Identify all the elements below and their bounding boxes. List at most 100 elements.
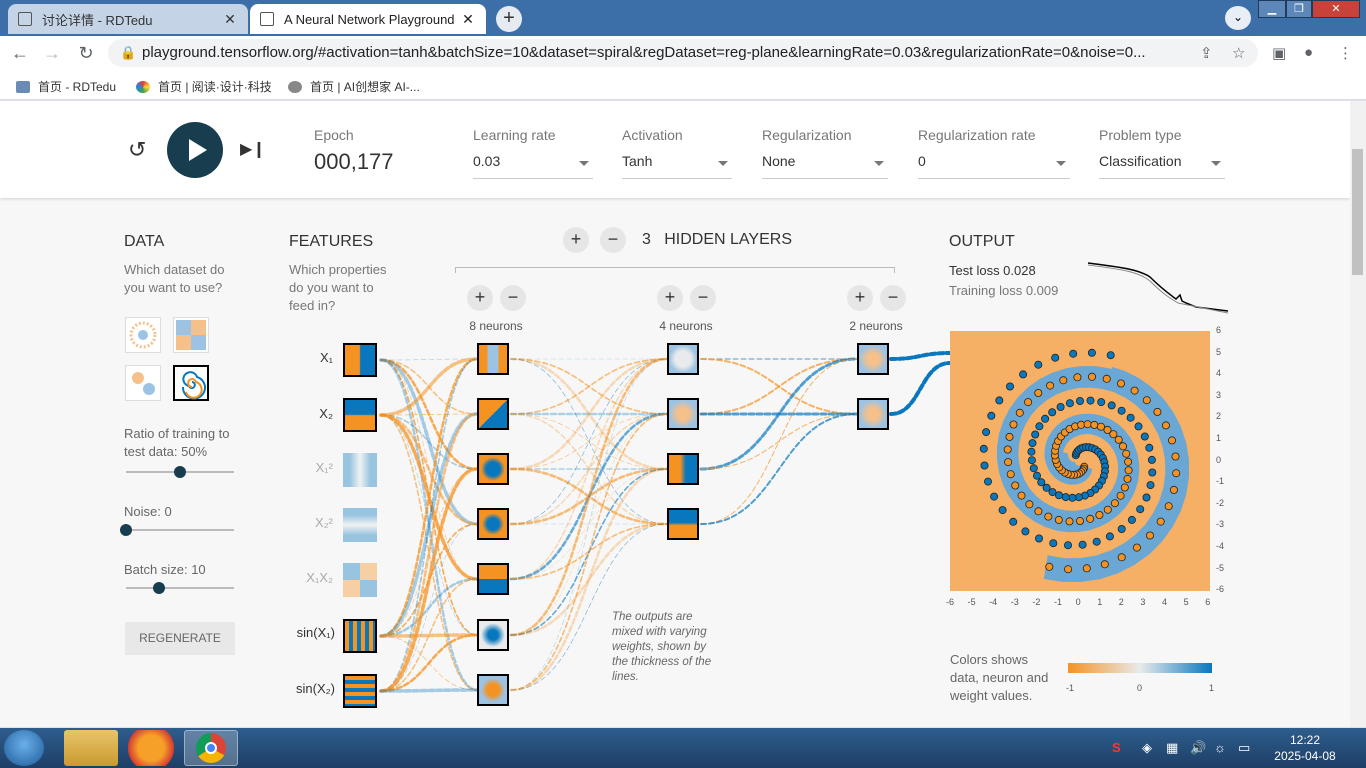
y-tick-label: -5 <box>1216 562 1225 573</box>
feature-x1[interactable] <box>343 343 377 377</box>
x-tick-label: 3 <box>1140 597 1146 607</box>
x-tick-label: 4 <box>1162 597 1168 607</box>
weights-note: The outputs are mixed with varying weigh… <box>612 611 712 683</box>
bookmark-design[interactable]: 首页 | 阅读·设计·科技 <box>136 78 272 95</box>
tray-app-icon[interactable]: ☼ <box>1214 740 1226 755</box>
layer2-neuron-count: 4 neurons <box>659 319 713 333</box>
neuron[interactable] <box>857 398 889 430</box>
menu-dots-icon[interactable]: ⋮ <box>1338 44 1353 62</box>
maximize-button[interactable]: ❐ <box>1286 0 1312 18</box>
tab-rdtedu[interactable]: 讨论详情 - RDTedu ✕ <box>8 4 248 34</box>
add-neuron-layer2[interactable]: + <box>657 285 683 311</box>
sogou-icon[interactable]: S <box>1112 740 1121 755</box>
x-tick-label: -4 <box>989 597 998 607</box>
start-button[interactable] <box>4 730 44 766</box>
address-bar[interactable]: 🔒 playground.tensorflow.org/#activation=… <box>108 39 1258 67</box>
bookmark-label: 首页 | AI创想家 AI-... <box>310 80 420 94</box>
neuron[interactable] <box>857 343 889 375</box>
y-tick-label: -3 <box>1216 519 1225 530</box>
feature-label-x2: X₂ <box>319 406 333 421</box>
new-tab-button[interactable]: + <box>496 6 522 32</box>
neuron[interactable] <box>667 398 699 430</box>
tray-shield-icon[interactable]: ◈ <box>1142 740 1152 756</box>
neuron[interactable] <box>477 619 509 651</box>
close-tab-icon[interactable]: ✕ <box>222 11 238 28</box>
neuron[interactable] <box>667 343 699 375</box>
volume-icon[interactable]: 🔊 <box>1190 740 1206 756</box>
bookmark-label: 首页 - RDTedu <box>38 80 117 94</box>
legend-text: Colors shows data, neuron and weight val… <box>950 652 1049 703</box>
scrollbar-thumb[interactable] <box>1352 149 1363 275</box>
profile-avatar-icon[interactable]: ● <box>1304 44 1313 61</box>
page-icon <box>18 12 32 26</box>
bookmark-rdtedu[interactable]: 首页 - RDTedu <box>16 78 116 95</box>
minimize-button[interactable]: ▁ <box>1258 0 1286 18</box>
neuron[interactable] <box>477 398 509 430</box>
close-tab-icon[interactable]: ✕ <box>460 11 476 28</box>
layer1-neuron-count: 8 neurons <box>469 319 523 333</box>
layers-bracket <box>455 267 895 273</box>
remove-neuron-layer3[interactable]: − <box>880 285 906 311</box>
bookmark-ai[interactable]: 首页 | AI创想家 AI-... <box>288 78 420 95</box>
feature-x1-squared[interactable] <box>343 453 377 487</box>
feature-x2-squared[interactable] <box>343 508 377 542</box>
remove-layer-button[interactable]: − <box>600 227 626 253</box>
scale-mid: 0 <box>1137 683 1143 693</box>
add-neuron-layer1[interactable]: + <box>467 285 493 311</box>
neuron[interactable] <box>477 674 509 706</box>
feature-label-sinx1: sin(X₁) <box>296 625 335 640</box>
x-tick-label: -6 <box>946 597 955 607</box>
x-tick-label: -3 <box>1010 597 1019 607</box>
browser-toolbar: ← → ↻ 🔒 playground.tensorflow.org/#activ… <box>0 36 1366 70</box>
bookmark-label: 首页 | 阅读·设计·科技 <box>158 80 272 94</box>
url-text: playground.tensorflow.org/#activation=ta… <box>142 44 1146 61</box>
layer3-neuron-count: 2 neurons <box>849 319 903 333</box>
feature-label-x1: X₁ <box>319 350 333 365</box>
close-window-button[interactable]: ✕ <box>1312 0 1360 18</box>
system-clock[interactable]: 12:22 2025-04-08 <box>1270 732 1340 764</box>
tab-playground[interactable]: A Neural Network Playground ✕ <box>250 4 486 34</box>
reload-icon[interactable]: ↻ <box>74 41 98 65</box>
y-tick-label: 1 <box>1216 433 1222 443</box>
y-tick-label: -6 <box>1216 584 1225 595</box>
neuron[interactable] <box>477 343 509 375</box>
feature-x1x2[interactable] <box>343 563 377 597</box>
tab-search-icon[interactable]: ⌄ <box>1225 6 1251 30</box>
neuron[interactable] <box>667 508 699 540</box>
output-heatmap <box>950 331 1210 591</box>
training-loss: Training loss 0.009 <box>949 283 1059 298</box>
tab-strip: 讨论详情 - RDTedu ✕ A Neural Network Playgro… <box>0 0 1366 36</box>
share-icon[interactable]: ⇪ <box>1200 44 1213 62</box>
neuron[interactable] <box>477 508 509 540</box>
neuron[interactable] <box>477 453 509 485</box>
bookmarks-bar: 首页 - RDTedu 首页 | 阅读·设计·科技 首页 | AI创想家 AI-… <box>0 70 1366 100</box>
output-title: OUTPUT <box>949 233 1015 250</box>
chrome-icon[interactable] <box>184 730 238 766</box>
y-tick-label: 3 <box>1216 389 1222 400</box>
action-center-icon[interactable]: ▭ <box>1238 740 1250 756</box>
remove-neuron-layer2[interactable]: − <box>690 285 716 311</box>
feature-sin-x1[interactable] <box>343 619 377 653</box>
color-scale-bar <box>1068 663 1212 673</box>
bookmark-star-icon[interactable]: ☆ <box>1232 44 1245 62</box>
firefox-icon[interactable] <box>124 730 178 766</box>
feature-label-x1x2: X₁X₂ <box>306 570 333 585</box>
forward-arrow-icon[interactable]: → <box>40 41 64 65</box>
file-explorer-icon[interactable] <box>64 730 118 766</box>
clock-date: 2025-04-08 <box>1274 749 1336 763</box>
neuron[interactable] <box>667 453 699 485</box>
remove-neuron-layer1[interactable]: − <box>500 285 526 311</box>
x-tick-label: 6 <box>1205 597 1211 607</box>
feature-x2[interactable] <box>343 398 377 432</box>
back-arrow-icon[interactable]: ← <box>8 41 32 65</box>
add-layer-button[interactable]: + <box>563 227 589 253</box>
neuron[interactable] <box>477 563 509 595</box>
feature-label-sinx2: sin(X₂) <box>296 681 335 696</box>
page-scrollbar[interactable] <box>1350 101 1366 727</box>
tray-network-icon[interactable]: ▦ <box>1166 740 1178 756</box>
side-panel-icon[interactable]: ▣ <box>1272 44 1286 62</box>
y-tick-label: 2 <box>1216 411 1222 422</box>
add-neuron-layer3[interactable]: + <box>847 285 873 311</box>
x-tick-label: -5 <box>967 597 976 607</box>
feature-sin-x2[interactable] <box>343 674 377 708</box>
